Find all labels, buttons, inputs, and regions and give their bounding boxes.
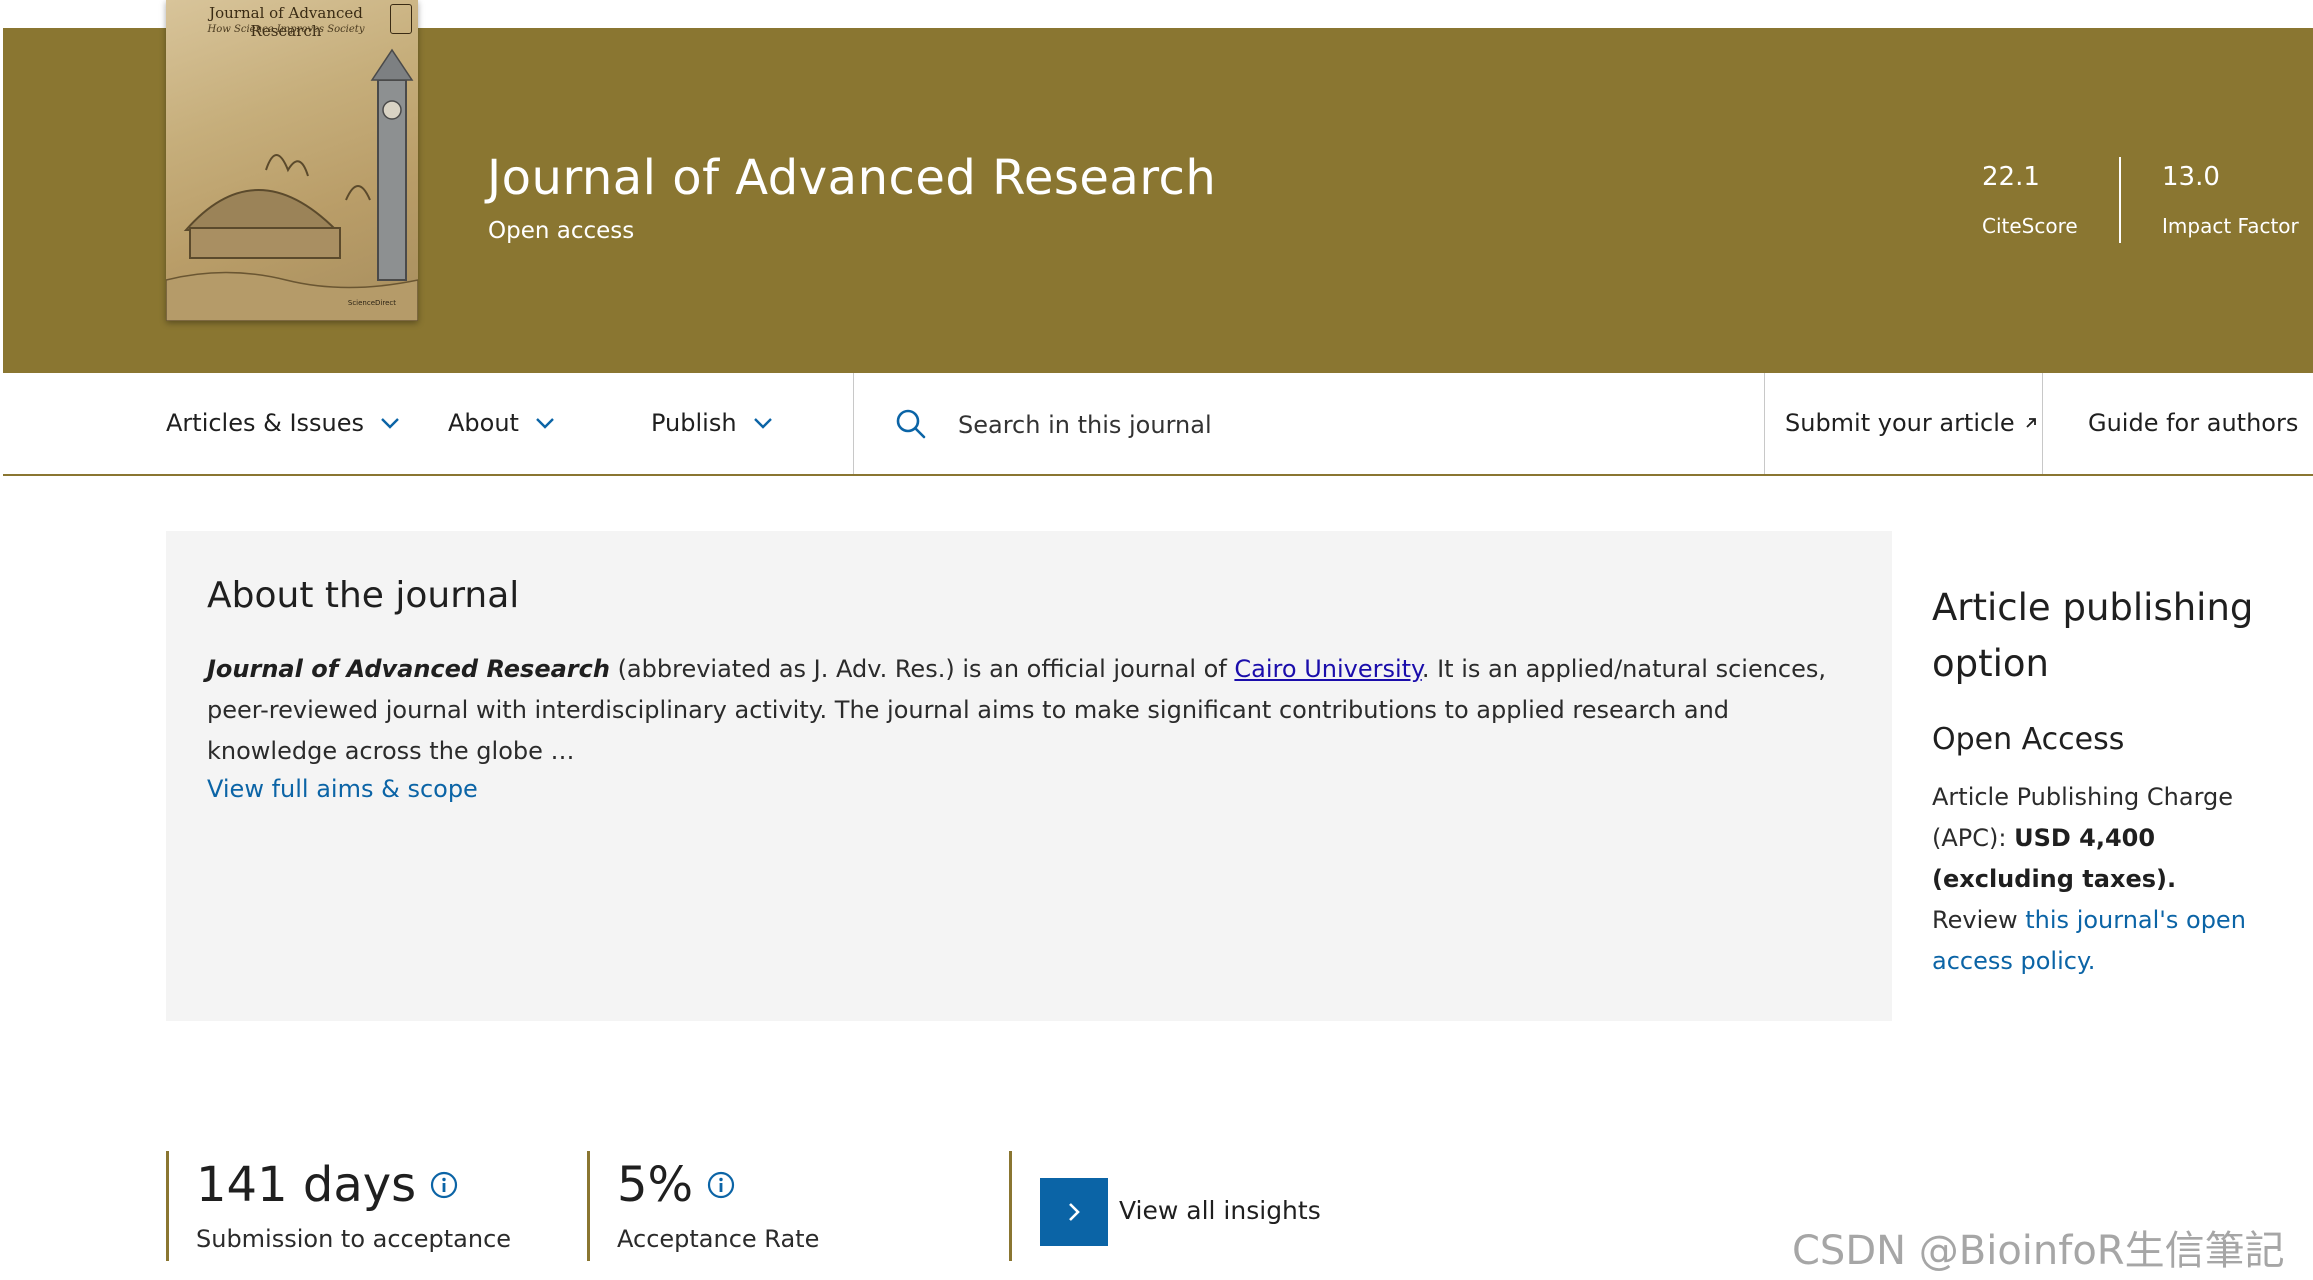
open-access-heading: Open Access [1932, 722, 2125, 757]
about-description: Journal of Advanced Research (abbreviate… [207, 649, 1857, 772]
insight-submission-to-acceptance: 141 days Submission to acceptance [166, 1151, 511, 1261]
publishing-option-title: Article publishing option [1932, 586, 2254, 685]
insight-value: 5% [617, 1157, 694, 1213]
view-aims-scope-link[interactable]: View full aims & scope [207, 775, 478, 803]
impact-factor-metric[interactable]: 13.0 Impact Factor [2162, 162, 2299, 238]
publishing-option-panel: Article publishing option Open Access Ar… [1932, 580, 2272, 982]
view-all-insights-label[interactable]: View all insights [1119, 1196, 1321, 1225]
citescore-metric[interactable]: 22.1 CiteScore [1982, 162, 2078, 238]
guide-for-authors-link[interactable]: Guide for authors [2088, 409, 2298, 437]
nav-articles-issues[interactable]: Articles & Issues [166, 409, 402, 437]
search-icon[interactable] [894, 407, 928, 441]
cover-illustration [166, 48, 418, 321]
nav-articles-label: Articles & Issues [166, 409, 365, 437]
metric-divider [2119, 157, 2121, 243]
info-icon[interactable] [707, 1171, 735, 1199]
nav-separator [1764, 373, 1765, 474]
journal-nav-bar: Articles & Issues About Publish Submit y… [3, 373, 2313, 476]
chevron-down-icon [381, 418, 399, 429]
citescore-value: 22.1 [1982, 162, 2040, 192]
insight-acceptance-rate: 5% Acceptance Rate [587, 1151, 819, 1261]
journal-name: Journal of Advanced Research [207, 655, 610, 683]
nav-separator [853, 373, 854, 474]
journal-search-input[interactable] [958, 401, 1738, 449]
citescore-label: CiteScore [1982, 214, 2078, 238]
nav-separator [2042, 373, 2043, 474]
impact-factor-label: Impact Factor [2162, 214, 2299, 238]
chevron-down-icon [536, 418, 554, 429]
cover-brand: ScienceDirect [347, 299, 396, 307]
nav-publish-label: Publish [651, 409, 737, 437]
insight-value: 141 days [196, 1157, 417, 1213]
journal-title[interactable]: Journal of Advanced Research [487, 150, 1216, 206]
nav-publish[interactable]: Publish [651, 409, 775, 437]
access-type: Open access [488, 218, 635, 244]
insight-view-all-divider [1009, 1151, 1039, 1261]
about-journal-panel: About the journal Journal of Advanced Re… [166, 531, 1892, 1021]
insight-label: Acceptance Rate [617, 1225, 820, 1253]
cover-seal-icon [390, 4, 412, 34]
external-link-arrow-icon [2026, 418, 2036, 428]
chevron-right-icon [1069, 1203, 1080, 1221]
nav-about[interactable]: About [448, 409, 557, 437]
impact-factor-value: 13.0 [2162, 162, 2220, 192]
watermark: CSDN @BioinfoR生信筆記 [1792, 1228, 2285, 1274]
cover-subtitle: How Science Improves Society [207, 24, 365, 35]
submit-article-label: Submit your article [1785, 409, 2015, 437]
nav-about-label: About [448, 409, 519, 437]
chevron-down-icon [753, 418, 772, 429]
submit-article-link[interactable]: Submit your article [1785, 409, 2039, 437]
info-icon[interactable] [430, 1171, 458, 1199]
cairo-university-link[interactable]: Cairo University [1234, 655, 1421, 683]
journal-cover-image[interactable]: Journal of Advanced Research How Science… [166, 0, 418, 321]
review-prefix: Review [1932, 906, 2026, 934]
apc-description: Article Publishing Charge (APC): USD 4,4… [1932, 777, 2272, 982]
about-text-part-1: (abbreviated as J. Adv. Res.) is an offi… [609, 655, 1235, 683]
about-title: About the journal [207, 575, 520, 616]
view-all-insights-button[interactable] [1040, 1178, 1108, 1246]
insight-label: Submission to acceptance [196, 1225, 512, 1253]
